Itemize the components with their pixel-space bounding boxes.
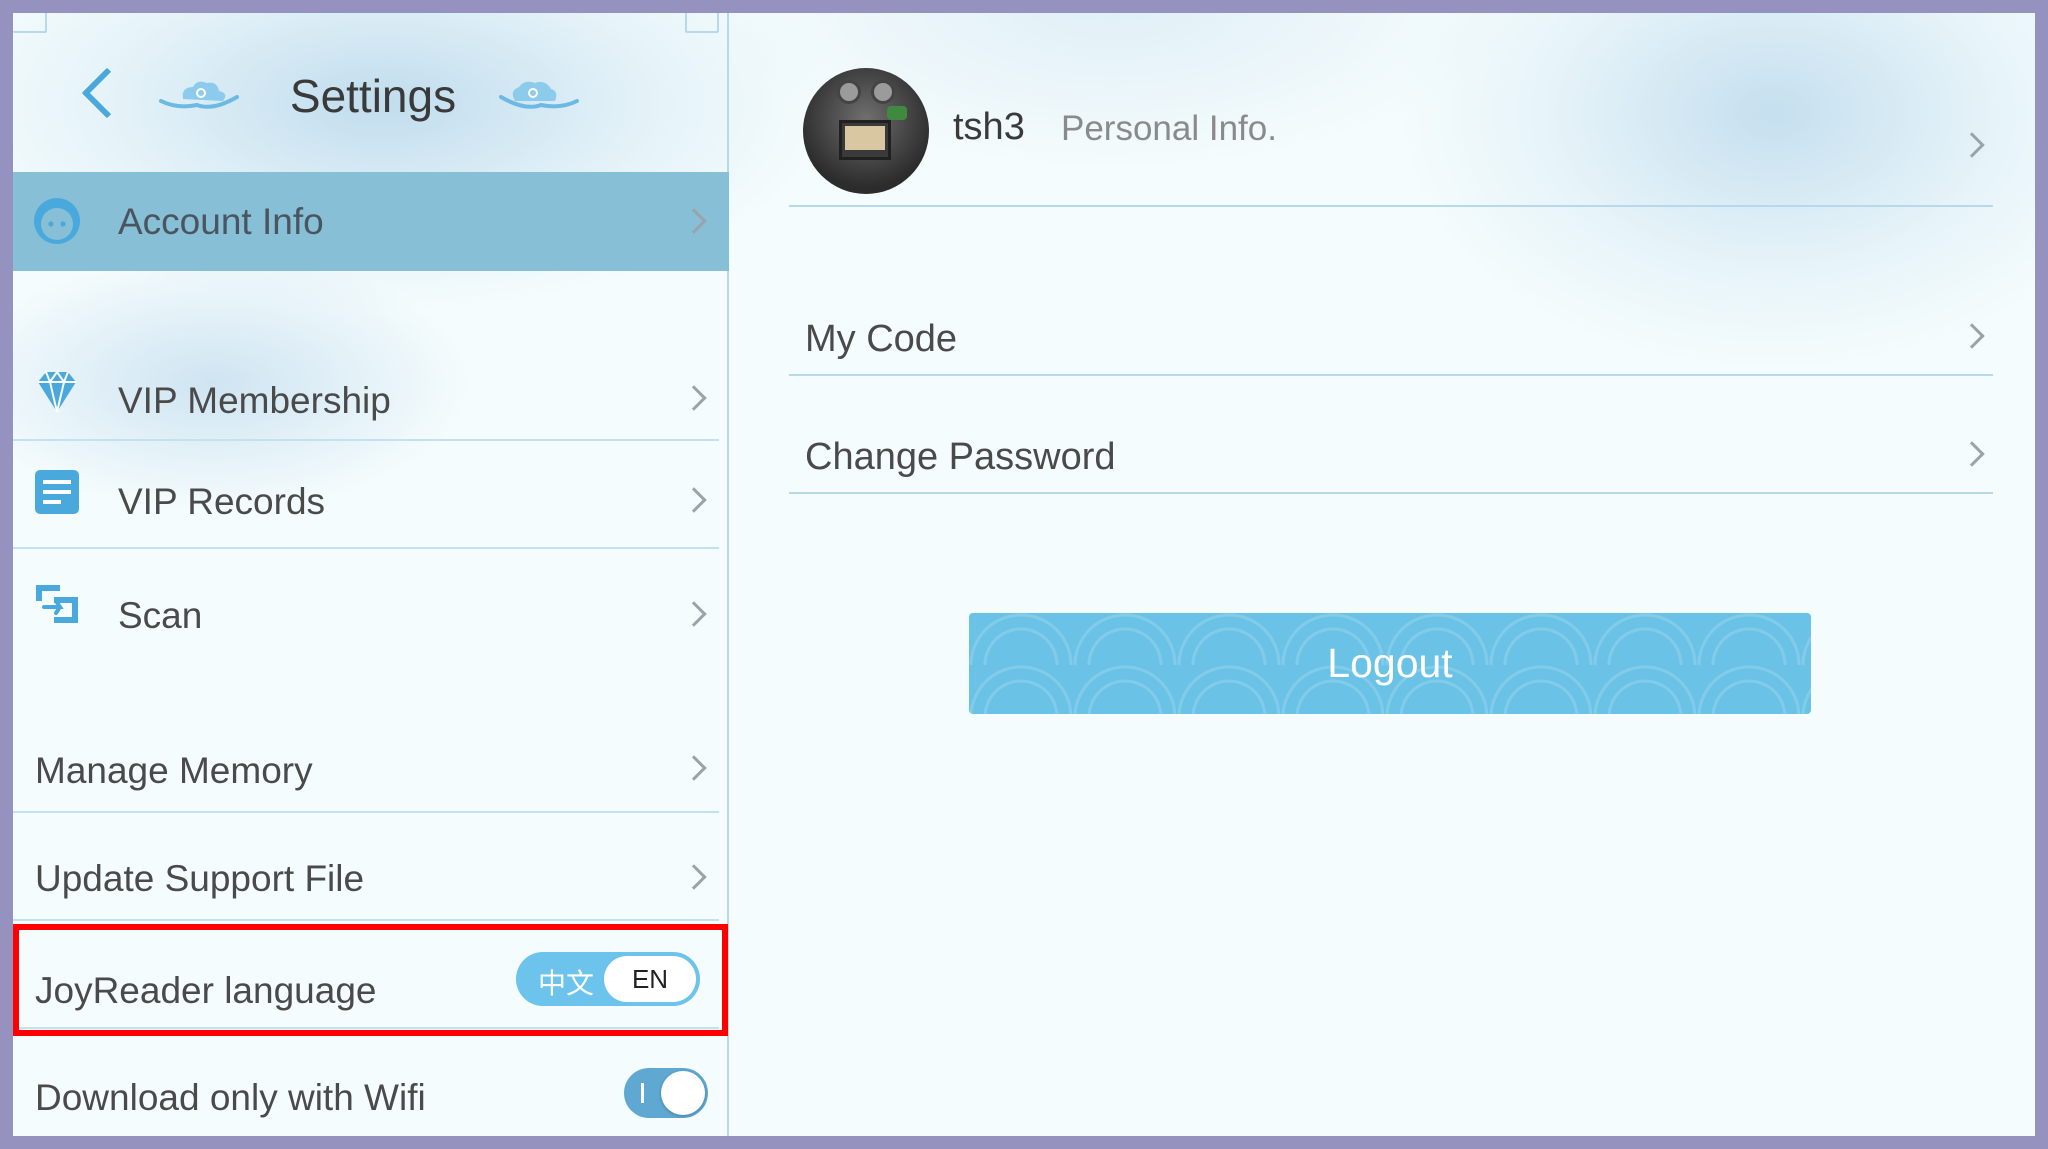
username: tsh3 bbox=[953, 106, 1025, 148]
app-window: Settings Account Info VIP Membership VIP… bbox=[13, 13, 2035, 1136]
sidebar-item-update-support-file[interactable]: Update Support File bbox=[13, 813, 729, 921]
sidebar-item-label: Account Info bbox=[118, 201, 324, 242]
divider bbox=[789, 492, 1993, 494]
document-icon bbox=[35, 470, 79, 514]
my-code-label: My Code bbox=[805, 318, 958, 360]
sidebar-item-vip-membership[interactable]: VIP Membership bbox=[13, 348, 729, 441]
page-title: Settings bbox=[289, 70, 457, 122]
wifi-only-toggle[interactable] bbox=[624, 1068, 708, 1118]
chevron-right-icon bbox=[1959, 441, 1985, 467]
back-button[interactable] bbox=[69, 59, 125, 131]
chevron-right-icon bbox=[681, 385, 707, 411]
chevron-right-icon bbox=[681, 755, 707, 781]
scan-icon bbox=[36, 585, 78, 623]
sidebar-item-vip-records[interactable]: VIP Records bbox=[13, 441, 729, 549]
my-code-item[interactable]: My Code bbox=[789, 308, 1993, 388]
sidebar-item-label: Manage Memory bbox=[35, 750, 313, 791]
sidebar-item-account-info[interactable]: Account Info bbox=[13, 172, 729, 271]
logout-button[interactable]: Logout bbox=[969, 613, 1811, 714]
avatar-detail bbox=[837, 80, 861, 104]
sidebar-item-manage-memory[interactable]: Manage Memory bbox=[13, 703, 729, 813]
face-icon bbox=[34, 198, 80, 244]
diamond-icon bbox=[38, 370, 76, 413]
sidebar-item-label: Update Support File bbox=[35, 858, 365, 899]
sidebar-item-label: VIP Records bbox=[118, 481, 326, 522]
chevron-right-icon bbox=[1959, 132, 1985, 158]
sidebar-item-label: Scan bbox=[118, 595, 203, 636]
avatar bbox=[803, 68, 929, 194]
sidebar-item-download-wifi: Download only with Wifi bbox=[13, 1029, 729, 1136]
cloud-decoration-icon bbox=[499, 81, 579, 109]
sidebar-item-label: VIP Membership bbox=[118, 380, 391, 421]
change-password-item[interactable]: Change Password bbox=[789, 426, 1993, 506]
settings-header: Settings bbox=[13, 13, 729, 173]
chevron-right-icon bbox=[681, 601, 707, 627]
highlight-box bbox=[13, 924, 728, 1036]
divider bbox=[789, 205, 1993, 207]
divider bbox=[789, 374, 1993, 376]
avatar-detail bbox=[871, 80, 895, 104]
profile-row[interactable]: tsh3 Personal Info. bbox=[803, 68, 2003, 218]
sidebar-item-scan[interactable]: Scan bbox=[13, 549, 729, 659]
settings-sidebar: Settings Account Info VIP Membership VIP… bbox=[13, 13, 729, 1136]
cloud-decoration-icon bbox=[159, 81, 239, 109]
personal-info-link: Personal Info. bbox=[1061, 109, 1277, 148]
sidebar-item-label: Download only with Wifi bbox=[35, 1077, 426, 1118]
change-password-label: Change Password bbox=[805, 436, 1116, 478]
toggle-on-indicator bbox=[641, 1083, 644, 1103]
toggle-knob bbox=[661, 1071, 705, 1115]
avatar-detail bbox=[887, 106, 907, 120]
logout-label: Logout bbox=[1327, 640, 1453, 686]
chevron-right-icon bbox=[681, 864, 707, 890]
chevron-right-icon bbox=[681, 208, 707, 234]
chevron-right-icon bbox=[681, 487, 707, 513]
avatar-detail bbox=[845, 126, 885, 150]
chevron-right-icon bbox=[1959, 323, 1985, 349]
